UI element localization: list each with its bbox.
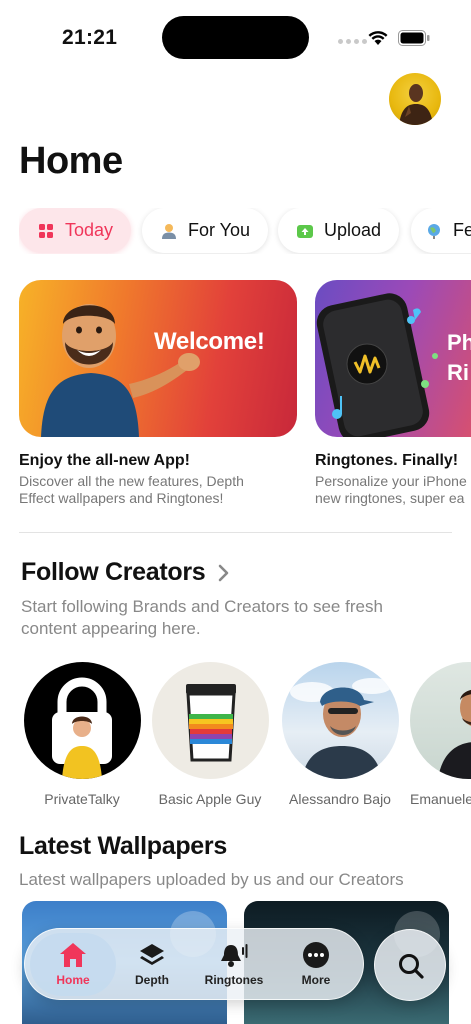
feature-title: Enjoy the all-new App! <box>19 452 190 469</box>
feature-art-text-2: Ri <box>447 360 469 385</box>
desc-line: Start following Brands and Creators to s… <box>21 597 383 616</box>
feature-card-ringtones[interactable]: Ph Ri Ringtones. Finally! Personalize yo… <box>315 280 471 507</box>
creator-name: Alessandro Bajo <box>289 791 391 807</box>
tab-label: Ringtones <box>204 973 264 987</box>
latest-wallpapers-description: Latest wallpapers uploaded by us and our… <box>19 870 404 889</box>
battery-icon <box>398 30 430 46</box>
status-time: 21:21 <box>62 26 118 49</box>
dynamic-island <box>162 16 309 59</box>
tab-label: More <box>301 973 331 987</box>
feature-artwork: Welcome! <box>19 280 297 437</box>
tab-label: Home <box>56 973 90 987</box>
cellular-signal-icon <box>338 39 367 44</box>
creator-privatetalky[interactable]: PrivateTalky <box>23 662 141 807</box>
wifi-icon <box>368 31 388 45</box>
layers-icon <box>140 944 164 965</box>
follow-creators-header[interactable]: Follow Creators <box>21 558 231 587</box>
feature-art-text: Ph <box>447 330 471 355</box>
tab-upload[interactable]: Upload <box>278 208 400 253</box>
tab-for-you[interactable]: For You <box>142 208 269 253</box>
feature-description: Personalize your iPhone new ringtones, s… <box>315 473 471 507</box>
desc-line: content appearing here. <box>21 619 201 638</box>
bottom-tab-bar: Home Depth Ringtones More <box>24 928 364 1000</box>
creator-avatar <box>410 662 471 779</box>
feature-desc-line: Discover all the new features, Depth <box>19 473 244 489</box>
page-title: Home <box>19 140 123 182</box>
creator-name: PrivateTalky <box>44 791 120 807</box>
tab-label: For You <box>188 220 251 240</box>
upload-icon <box>297 224 313 238</box>
creator-alessandro-bajo[interactable]: Alessandro Bajo <box>281 662 399 807</box>
tab-home[interactable]: Home <box>30 933 116 996</box>
chevron-right-icon <box>219 564 229 581</box>
search-button[interactable] <box>374 929 446 1001</box>
section-title: Follow Creators <box>21 558 206 586</box>
feature-card-welcome[interactable]: Welcome! Enjoy the all-new App! Discover… <box>19 280 297 507</box>
tab-ringtones[interactable]: Ringtones <box>191 933 277 996</box>
latest-wallpapers-title: Latest Wallpapers <box>19 832 227 860</box>
person-icon <box>162 223 176 239</box>
tab-today[interactable]: Today <box>19 208 132 253</box>
globe-icon <box>428 223 440 239</box>
creator-avatar <box>151 662 269 779</box>
tab-more[interactable]: More <box>273 933 359 996</box>
feature-desc-line: Effect wallpapers and Ringtones! <box>19 490 224 506</box>
tab-depth[interactable]: Depth <box>109 933 195 996</box>
house-icon <box>60 943 86 967</box>
feature-desc-line: new ringtones, super ea <box>315 490 465 506</box>
creator-name: Basic Apple Guy <box>158 791 262 807</box>
tab-label: Today <box>65 220 114 240</box>
tab-featured[interactable]: Fe <box>411 208 471 253</box>
category-tabs: Today For You Upload Fe <box>19 208 471 254</box>
tab-label: Depth <box>135 973 169 987</box>
profile-avatar[interactable] <box>389 73 441 125</box>
search-icon <box>399 954 424 979</box>
grid-icon <box>39 223 53 238</box>
feature-title: Ringtones. Finally! <box>315 452 459 469</box>
tab-label: Upload <box>324 220 382 240</box>
creator-basic-apple-guy[interactable]: Basic Apple Guy <box>151 662 269 807</box>
tab-label: Fe <box>453 220 471 240</box>
follow-creators-description: Start following Brands and Creators to s… <box>21 596 383 640</box>
feature-desc-line: Personalize your iPhone <box>315 473 467 489</box>
creator-avatar <box>281 662 399 779</box>
ellipsis-icon <box>303 942 329 968</box>
feature-description: Discover all the new features, Depth Eff… <box>19 473 297 507</box>
feature-artwork: Ph Ri <box>315 280 471 437</box>
creator-name: Emanuele <box>410 791 471 807</box>
status-bar: 21:21 <box>0 0 471 76</box>
section-divider <box>19 532 452 533</box>
feature-art-text: Welcome! <box>154 328 265 355</box>
bell-icon <box>221 944 248 967</box>
creator-avatar <box>23 662 141 779</box>
creator-emanuele[interactable]: Emanuele <box>410 662 471 807</box>
